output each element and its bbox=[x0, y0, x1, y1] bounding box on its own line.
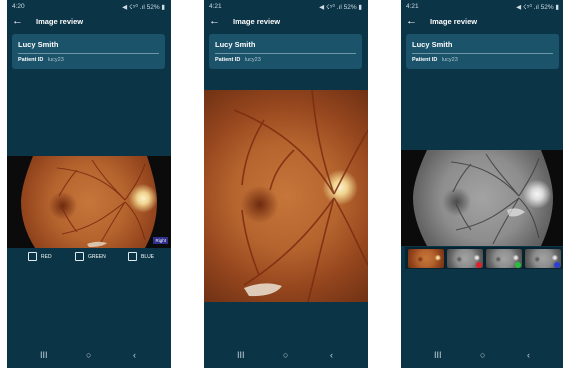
thumbnail-green-channel[interactable] bbox=[486, 249, 522, 268]
status-bar: 4:21 ◀ ☇⁵⁰ .ıl 52% ▮ bbox=[406, 3, 559, 11]
back-arrow-icon[interactable]: ← bbox=[12, 13, 23, 29]
patient-id-label: Patient ID bbox=[215, 57, 241, 63]
status-bar: 4:20 ◀ ☇⁵⁰ .ıl 52% ▮ bbox=[12, 3, 165, 11]
home-icon[interactable]: ○ bbox=[86, 350, 91, 360]
patient-id-value: lucy23 bbox=[244, 57, 261, 63]
patient-id-row: Patient ID lucy23 bbox=[18, 57, 64, 63]
page-title: Image review bbox=[233, 17, 281, 26]
checkbox-icon bbox=[75, 252, 84, 261]
fundus-image-grayscale[interactable] bbox=[401, 150, 563, 246]
app-bar: ← Image review bbox=[7, 13, 171, 29]
eye-side-badge: Right bbox=[153, 237, 168, 244]
checkbox-icon bbox=[28, 252, 37, 261]
patient-id-row: Patient ID lucy23 bbox=[412, 57, 458, 63]
app-bar: ← Image review bbox=[204, 13, 368, 29]
home-icon[interactable]: ○ bbox=[283, 350, 288, 360]
nav-back-icon[interactable]: ‹ bbox=[330, 350, 333, 360]
retinal-vessels bbox=[7, 156, 171, 248]
home-icon[interactable]: ○ bbox=[480, 350, 485, 360]
recents-icon[interactable]: III bbox=[434, 350, 442, 360]
phone-screen-1: 4:20 ◀ ☇⁵⁰ .ıl 52% ▮ ← Image review Lucy… bbox=[7, 0, 171, 368]
page-title: Image review bbox=[36, 17, 84, 26]
card-divider bbox=[215, 53, 356, 54]
nav-back-icon[interactable]: ‹ bbox=[133, 350, 136, 360]
status-icons: ◀ ☇⁵⁰ .ıl 52% ▮ bbox=[122, 4, 165, 11]
card-divider bbox=[412, 53, 553, 54]
retinal-vessels bbox=[401, 150, 563, 246]
status-time: 4:21 bbox=[209, 3, 222, 10]
green-channel-label: GREEN bbox=[88, 254, 106, 260]
system-nav-bar: III ○ ‹ bbox=[401, 346, 563, 368]
patient-id-value: lucy23 bbox=[47, 57, 64, 63]
thumbnail-color[interactable] bbox=[408, 249, 444, 268]
patient-name: Lucy Smith bbox=[18, 40, 59, 49]
blue-channel-dot bbox=[554, 262, 560, 268]
patient-name: Lucy Smith bbox=[215, 40, 256, 49]
channel-thumbnail-strip bbox=[405, 247, 563, 269]
green-channel-dot bbox=[515, 262, 521, 268]
thumbnail-red-channel[interactable] bbox=[447, 249, 483, 268]
phone-screen-2: 4:21 ◀ ☇⁵⁰ .ıl 52% ▮ ← Image review Lucy… bbox=[204, 0, 368, 368]
thumbnail-blue-channel[interactable] bbox=[525, 249, 561, 268]
blue-channel-label: BLUE bbox=[141, 254, 155, 260]
card-divider bbox=[18, 53, 159, 54]
patient-name: Lucy Smith bbox=[412, 40, 453, 49]
patient-card: Lucy Smith Patient ID lucy23 bbox=[406, 34, 559, 69]
back-arrow-icon[interactable]: ← bbox=[406, 13, 417, 29]
fundus-image[interactable]: Right bbox=[7, 156, 171, 248]
red-channel-checkbox[interactable]: RED bbox=[28, 252, 56, 262]
red-channel-dot bbox=[476, 262, 482, 268]
status-icons: ◀ ☇⁵⁰ .ıl 52% ▮ bbox=[516, 4, 559, 11]
phone-screen-3: 4:21 ◀ ☇⁵⁰ .ıl 52% ▮ ← Image review Lucy… bbox=[401, 0, 563, 368]
checkbox-icon bbox=[128, 252, 137, 261]
back-arrow-icon[interactable]: ← bbox=[209, 13, 220, 29]
fundus-image-zoomed[interactable] bbox=[204, 90, 368, 302]
patient-id-label: Patient ID bbox=[18, 57, 44, 63]
system-nav-bar: III ○ ‹ bbox=[204, 346, 368, 368]
status-bar: 4:21 ◀ ☇⁵⁰ .ıl 52% ▮ bbox=[209, 3, 362, 11]
blue-channel-checkbox[interactable]: BLUE bbox=[128, 252, 158, 262]
green-channel-checkbox[interactable]: GREEN bbox=[75, 252, 109, 262]
nav-back-icon[interactable]: ‹ bbox=[527, 350, 530, 360]
retinal-vessels bbox=[233, 90, 368, 302]
page-title: Image review bbox=[430, 17, 478, 26]
status-icons: ◀ ☇⁵⁰ .ıl 52% ▮ bbox=[319, 4, 362, 11]
status-time: 4:20 bbox=[12, 3, 25, 10]
color-channel-row: RED GREEN BLUE bbox=[7, 252, 171, 264]
patient-card: Lucy Smith Patient ID lucy23 bbox=[12, 34, 165, 69]
system-nav-bar: III ○ ‹ bbox=[7, 346, 171, 368]
status-time: 4:21 bbox=[406, 3, 419, 10]
patient-id-row: Patient ID lucy23 bbox=[215, 57, 261, 63]
red-channel-label: RED bbox=[41, 254, 52, 260]
patient-id-label: Patient ID bbox=[412, 57, 438, 63]
recents-icon[interactable]: III bbox=[40, 350, 48, 360]
recents-icon[interactable]: III bbox=[237, 350, 245, 360]
app-bar: ← Image review bbox=[401, 13, 563, 29]
patient-id-value: lucy23 bbox=[441, 57, 458, 63]
patient-card: Lucy Smith Patient ID lucy23 bbox=[209, 34, 362, 69]
